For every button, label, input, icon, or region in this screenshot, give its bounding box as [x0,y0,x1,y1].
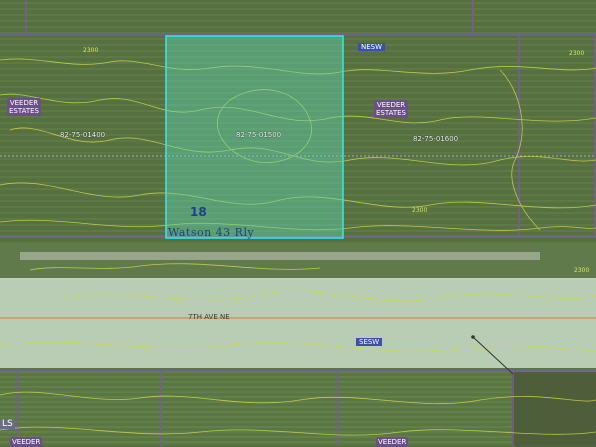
lot-number: 18 [190,205,207,219]
contour-tag: 2300 [574,267,590,274]
contour-tag: 2300 [569,50,585,57]
overlap-text: Watson 43 Rly [168,226,255,239]
subdivision-name-line2: ESTATES [376,109,406,117]
verge-strip [20,252,540,260]
quarter-label-bottom: SESW [356,338,383,346]
subdivision-label-left: VEEDER ESTATES [7,98,41,116]
quarter-label-top: NESW [358,43,386,51]
contour-tag: 2300 [83,47,99,54]
corner-label: LS [0,419,15,429]
street-label: 7TH AVE NE [188,313,230,321]
subdivision-label-right: VEEDER ESTATES [374,100,408,118]
subdivision-name-line1: VEEDER [376,101,406,109]
parcel-id-selected[interactable]: 82-75-01500 [236,131,281,139]
field-bottom [0,368,596,446]
parcel-id-right[interactable]: 82-75-01600 [413,135,458,143]
parcel-map[interactable] [0,0,596,446]
field-verge [0,244,596,280]
parcel-id-left[interactable]: 82-75-01400 [60,131,105,139]
subdivision-name-line1: VEEDER [9,99,39,107]
contour-tag: 2300 [412,207,428,214]
field-bottom-right [512,372,596,446]
power-pole [471,335,475,339]
subdivision-name-line2: ESTATES [9,107,39,115]
